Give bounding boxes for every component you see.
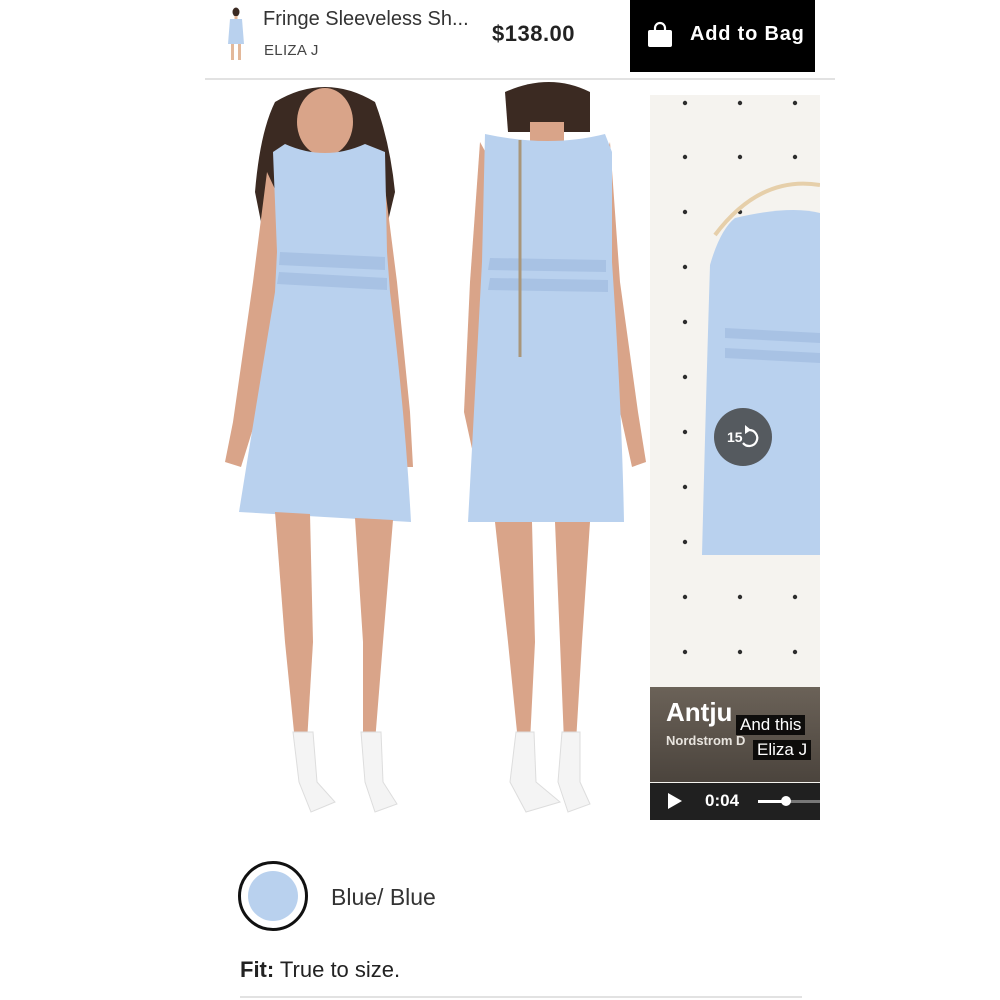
product-video-player[interactable]: 15 Antju Nordstrom D And this Eliza J 0:… bbox=[650, 95, 820, 820]
product-thumbnail[interactable] bbox=[223, 6, 249, 64]
product-photo-back[interactable] bbox=[440, 82, 650, 822]
video-time: 0:04 bbox=[705, 791, 740, 810]
replay-15-button[interactable]: 15 bbox=[714, 408, 772, 466]
product-photo-front[interactable] bbox=[215, 82, 425, 822]
caption-line-2: Eliza J bbox=[753, 740, 812, 760]
video-scrubber[interactable] bbox=[758, 796, 820, 806]
replay-seconds: 15 bbox=[727, 429, 743, 445]
add-to-bag-label: Add to Bag bbox=[690, 23, 805, 45]
fit-value: True to size. bbox=[274, 957, 401, 982]
product-title[interactable]: Fringe Sleeveless Sh... bbox=[263, 8, 469, 31]
overlay-subtitle: Nordstrom D bbox=[666, 733, 746, 748]
fit-label: Fit: bbox=[240, 957, 275, 982]
add-to-bag-button[interactable]: Add to Bag bbox=[630, 0, 815, 72]
product-price: $138.00 bbox=[492, 21, 576, 46]
color-swatch-blue[interactable] bbox=[238, 861, 308, 931]
video-controls: 0:04 bbox=[650, 783, 820, 820]
replay-icon bbox=[742, 425, 759, 448]
product-image-gallery[interactable]: 15 Antju Nordstrom D And this Eliza J 0:… bbox=[0, 82, 1000, 822]
caption-line-1: And this bbox=[736, 715, 806, 735]
play-icon[interactable] bbox=[667, 792, 683, 810]
shopping-bag-icon bbox=[648, 21, 672, 47]
selected-color-name: Blue/ Blue bbox=[331, 884, 436, 910]
overlay-name: Antju bbox=[666, 697, 733, 727]
swatch-fill bbox=[248, 871, 298, 921]
fit-info: Fit: True to size. bbox=[240, 957, 400, 983]
sticky-product-header: Fringe Sleeveless Sh... ELIZA J $138.00 … bbox=[205, 0, 835, 80]
video-scrub-handle[interactable] bbox=[780, 796, 791, 806]
product-brand: ELIZA J bbox=[264, 42, 319, 59]
divider bbox=[240, 996, 802, 998]
